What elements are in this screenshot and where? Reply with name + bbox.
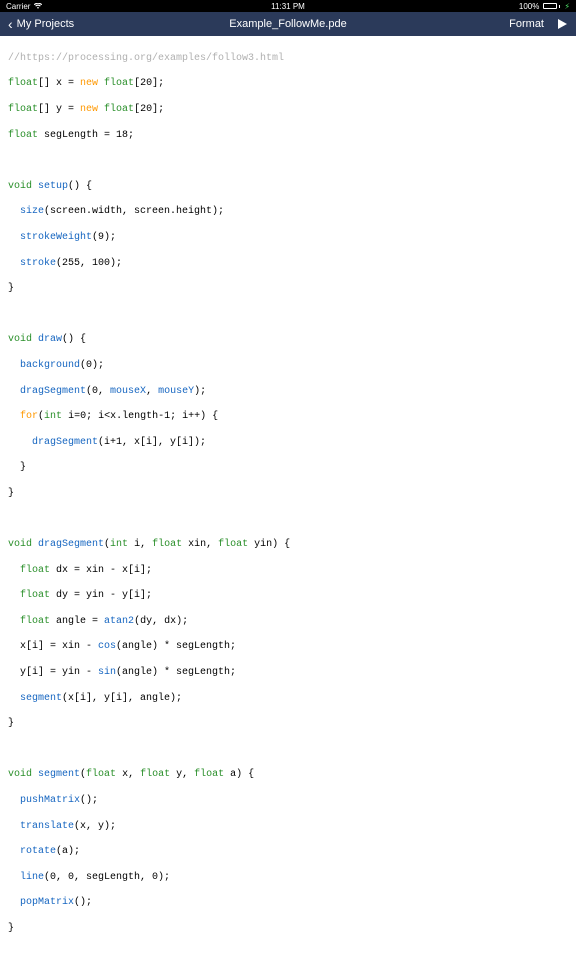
battery-icon (543, 3, 560, 9)
code-line (8, 513, 568, 526)
chevron-left-icon: ‹ (8, 17, 13, 31)
code-line: void dragSegment(int i, float xin, float… (8, 539, 568, 552)
battery-pct: 100% (519, 2, 539, 11)
code-line: background(0); (8, 360, 568, 373)
code-line: float segLength = 18; (8, 130, 568, 143)
code-line: float dy = yin - y[i]; (8, 590, 568, 603)
code-line: popMatrix(); (8, 897, 568, 910)
code-line: //https://processing.org/examples/follow… (8, 53, 568, 66)
code-line: float dx = xin - x[i]; (8, 565, 568, 578)
back-button[interactable]: ‹ My Projects (8, 17, 74, 31)
format-button[interactable]: Format (509, 18, 544, 30)
code-line: rotate(a); (8, 846, 568, 859)
status-right: 100% ⚡︎ (519, 2, 570, 11)
code-line: size(screen.width, screen.height); (8, 206, 568, 219)
code-line: line(0, 0, segLength, 0); (8, 872, 568, 885)
wifi-icon (34, 2, 42, 11)
code-line (8, 155, 568, 168)
code-line: } (8, 923, 568, 936)
code-line: strokeWeight(9); (8, 232, 568, 245)
code-line: dragSegment(0, mouseX, mouseY); (8, 386, 568, 399)
code-line: float angle = atan2(dy, dx); (8, 616, 568, 629)
code-line: } (8, 718, 568, 731)
code-line (8, 744, 568, 757)
code-line: pushMatrix(); (8, 795, 568, 808)
code-line: } (8, 283, 568, 296)
code-line: } (8, 488, 568, 501)
status-left: Carrier (6, 2, 42, 11)
page-title: Example_FollowMe.pde (229, 18, 346, 30)
code-line: } (8, 462, 568, 475)
code-line: segment(x[i], y[i], angle); (8, 693, 568, 706)
code-line: void draw() { (8, 334, 568, 347)
code-line: x[i] = xin - cos(angle) * segLength; (8, 641, 568, 654)
code-line: void segment(float x, float y, float a) … (8, 769, 568, 782)
charging-icon: ⚡︎ (564, 2, 570, 11)
code-line: translate(x, y); (8, 821, 568, 834)
code-line (8, 309, 568, 322)
code-line: for(int i=0; i<x.length-1; i++) { (8, 411, 568, 424)
back-label: My Projects (17, 18, 74, 30)
code-editor[interactable]: //https://processing.org/examples/follow… (0, 36, 576, 953)
code-line: dragSegment(i+1, x[i], y[i]); (8, 437, 568, 450)
status-bar: Carrier 11:31 PM 100% ⚡︎ (0, 0, 576, 12)
code-line: float[] y = new float[20]; (8, 104, 568, 117)
code-line: float[] x = new float[20]; (8, 78, 568, 91)
nav-bar: ‹ My Projects Example_FollowMe.pde Forma… (0, 12, 576, 36)
carrier-label: Carrier (6, 2, 30, 11)
code-line: y[i] = yin - sin(angle) * segLength; (8, 667, 568, 680)
play-icon[interactable] (556, 18, 568, 30)
status-time: 11:31 PM (271, 2, 305, 11)
code-line: void setup() { (8, 181, 568, 194)
code-line: stroke(255, 100); (8, 258, 568, 271)
